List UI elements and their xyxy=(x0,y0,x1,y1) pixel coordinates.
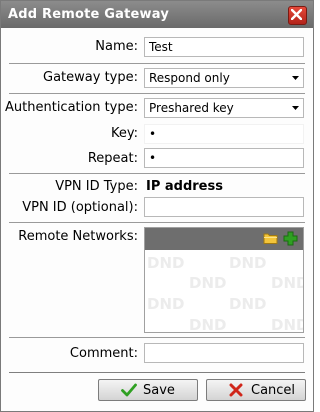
repeat-input[interactable]: • xyxy=(144,148,304,168)
divider xyxy=(9,63,305,64)
vpn-id-type-value: IP address xyxy=(146,179,223,194)
gateway-type-select[interactable]: Respond only xyxy=(144,68,304,88)
auth-type-label: Authentication type: xyxy=(5,100,138,115)
gateway-type-label: Gateway type: xyxy=(43,70,138,85)
watermark: DND xyxy=(271,316,303,333)
close-icon xyxy=(291,9,302,20)
divider xyxy=(9,337,305,338)
key-input[interactable]: • xyxy=(144,124,304,144)
cancel-button[interactable]: Cancel xyxy=(206,379,306,401)
footer-divider xyxy=(9,372,305,373)
save-button[interactable]: Save xyxy=(98,379,198,401)
divider xyxy=(9,93,305,94)
remote-networks-list[interactable]: DND DND DND DND DND DND DND DND xyxy=(144,227,304,333)
add-icon[interactable] xyxy=(283,231,298,246)
checkmark-icon xyxy=(121,383,137,397)
watermark: DND xyxy=(147,295,185,313)
key-label: Key: xyxy=(110,126,138,141)
watermark: DND xyxy=(189,274,227,292)
auth-type-select[interactable]: Preshared key xyxy=(144,98,304,118)
name-input[interactable]: Test xyxy=(144,37,304,57)
save-label: Save xyxy=(143,383,175,398)
titlebar[interactable]: Add Remote Gateway xyxy=(1,1,313,28)
folder-icon[interactable] xyxy=(263,231,278,245)
repeat-label: Repeat: xyxy=(87,151,138,166)
remote-networks-toolbar xyxy=(145,228,303,250)
x-icon xyxy=(229,383,243,397)
vpn-id-input[interactable] xyxy=(144,197,304,217)
vpn-id-type-label: VPN ID Type: xyxy=(55,179,138,194)
gateway-type-value: Respond only xyxy=(149,71,230,85)
cancel-label: Cancel xyxy=(251,383,296,398)
watermark: DND xyxy=(229,295,267,313)
watermark: DND xyxy=(229,254,267,272)
divider xyxy=(9,222,305,223)
name-label: Name: xyxy=(95,39,138,54)
comment-input[interactable] xyxy=(144,343,304,363)
auth-type-value: Preshared key xyxy=(149,101,234,115)
watermark: DND xyxy=(147,254,185,272)
chevron-down-icon xyxy=(292,106,299,110)
vpn-id-label: VPN ID (optional): xyxy=(22,200,138,215)
dialog-title: Add Remote Gateway xyxy=(8,7,169,22)
close-button[interactable] xyxy=(288,6,307,25)
watermark: DND xyxy=(271,274,303,292)
remote-networks-label: Remote Networks: xyxy=(18,229,138,244)
add-remote-gateway-dialog: Add Remote Gateway Name: Test Gateway ty… xyxy=(0,0,314,412)
comment-label: Comment: xyxy=(69,346,138,361)
watermark: DND xyxy=(189,316,227,333)
chevron-down-icon xyxy=(292,76,299,80)
divider xyxy=(9,173,305,174)
